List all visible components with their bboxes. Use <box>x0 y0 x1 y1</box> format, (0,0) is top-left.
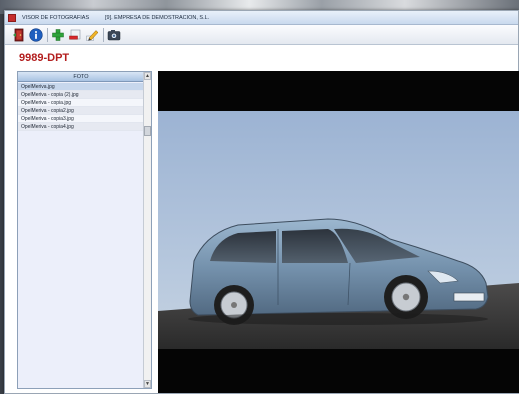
exit-door-icon <box>13 28 24 42</box>
list-item[interactable]: OpelMeriva - copia2.jpg <box>18 107 144 115</box>
add-button[interactable] <box>51 28 65 42</box>
window-title: VISOR DE FOTOGRAFIAS <box>22 15 90 21</box>
remove-icon <box>69 29 81 40</box>
add-icon <box>52 29 64 41</box>
app-icon <box>8 14 16 22</box>
info-button[interactable] <box>29 28 43 42</box>
vehicle-plate: 9989-DPT <box>19 52 70 64</box>
photo-list-rows: OpelMeriva.jpg OpelMeriva - copia (2).jp… <box>18 83 144 131</box>
info-icon <box>29 28 43 42</box>
toolbar-separator <box>47 28 48 42</box>
list-item[interactable]: OpelMeriva - copia3.jpg <box>18 115 144 123</box>
scroll-up-icon[interactable]: ▲ <box>144 72 151 80</box>
company-name: [9]. EMPRESA DE DEMOSTRACION, S.L. <box>105 15 210 21</box>
scroll-down-icon[interactable]: ▼ <box>144 380 151 388</box>
camera-icon <box>107 30 121 41</box>
camera-button[interactable] <box>107 28 121 42</box>
photo-viewer-window: VISOR DE FOTOGRAFIAS [9]. EMPRESA DE DEM… <box>4 10 519 394</box>
scroll-thumb[interactable] <box>144 126 151 136</box>
toolbar-separator <box>103 28 104 42</box>
column-header-foto[interactable]: FOTO <box>18 72 144 82</box>
list-scrollbar[interactable]: ▲ ▼ <box>143 72 151 388</box>
exit-button[interactable] <box>12 28 26 42</box>
title-bar[interactable]: VISOR DE FOTOGRAFIAS [9]. EMPRESA DE DEM… <box>5 11 518 25</box>
toolbar <box>5 25 518 45</box>
remove-button[interactable] <box>68 28 82 42</box>
edit-pencil-icon <box>86 30 99 41</box>
list-item[interactable]: OpelMeriva - copia4.jpg <box>18 123 144 131</box>
car-photo <box>158 111 519 349</box>
list-item[interactable]: OpelMeriva - copia.jpg <box>18 99 144 107</box>
list-item[interactable]: OpelMeriva.jpg <box>18 83 144 91</box>
photo-list: FOTO OpelMeriva.jpg OpelMeriva - copia (… <box>17 71 152 389</box>
photo-viewer <box>158 71 519 393</box>
edit-button[interactable] <box>85 28 99 42</box>
list-item[interactable]: OpelMeriva - copia (2).jpg <box>18 91 144 99</box>
car-photo-image <box>158 111 519 349</box>
